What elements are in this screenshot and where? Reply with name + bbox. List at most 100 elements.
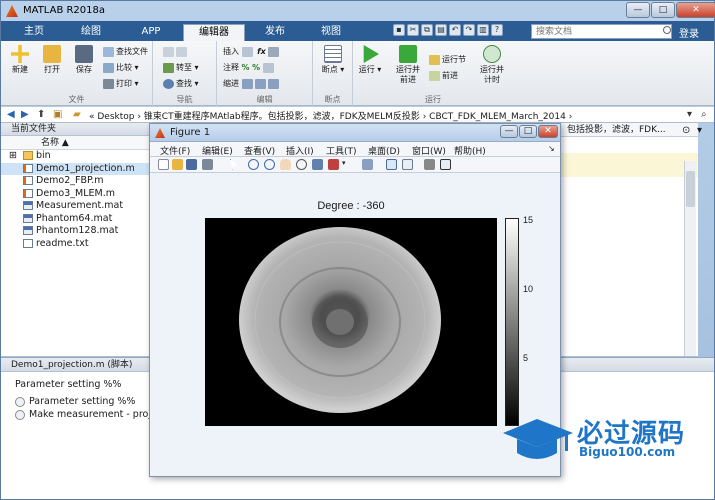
current-folder-title: 当前文件夹 <box>1 123 150 136</box>
menu-window[interactable]: 窗口(W) <box>412 144 446 157</box>
close-button[interactable]: ✕ <box>676 2 715 18</box>
open-folder-icon <box>43 45 61 63</box>
run-and-time-button[interactable]: 运行并 计时 <box>473 45 511 85</box>
colorbar[interactable] <box>505 218 519 426</box>
indent-button[interactable]: 缩进 <box>223 78 281 90</box>
file-row[interactable]: Measurement.mat <box>1 200 150 213</box>
breakpoints-group-label: 断点 <box>324 95 341 104</box>
tab-publish[interactable]: 发布 <box>249 24 301 41</box>
new-figure-icon[interactable] <box>158 159 169 170</box>
cut-icon[interactable]: ✂ <box>407 24 419 36</box>
switch-windows-icon[interactable]: ▥ <box>477 24 489 36</box>
fx-icon[interactable]: fx <box>257 47 266 56</box>
colorbar-toggle-icon[interactable] <box>386 159 397 170</box>
watermark-url: Biguo100.com <box>579 445 676 459</box>
dock-icon[interactable]: ↘ <box>548 144 555 153</box>
path-dropdown-icon[interactable]: ▾ <box>687 109 692 120</box>
maximize-button[interactable]: □ <box>651 2 675 18</box>
compare-button[interactable]: 比较 ▾ <box>103 62 139 74</box>
tab-editor[interactable]: 编辑器 <box>183 24 245 41</box>
panel-action-icon[interactable]: ⊙ <box>682 125 690 136</box>
scrollbar-thumb[interactable] <box>686 171 695 207</box>
figure-close-button[interactable]: ✕ <box>538 125 558 138</box>
vertical-scrollbar[interactable] <box>684 161 696 356</box>
breakpoints-button[interactable]: 断点 ▾ <box>316 45 350 75</box>
figure-minimize-button[interactable]: — <box>500 125 518 138</box>
search-folder-icon[interactable]: ⌕ <box>701 109 707 120</box>
pointer-icon[interactable] <box>230 159 238 170</box>
pan-icon[interactable] <box>280 159 291 170</box>
figure-maximize-button[interactable]: □ <box>519 125 537 138</box>
file-row[interactable]: Phantom128.mat <box>1 225 150 238</box>
menu-tools[interactable]: 工具(T) <box>326 144 357 157</box>
current-folder-path[interactable]: « Desktop › 锥束CT重建程序MAtlab程序。包括投影，滤波，FDK… <box>89 109 572 122</box>
file-row[interactable]: ⊞ bin <box>1 150 150 163</box>
file-row[interactable]: readme.txt <box>1 238 150 251</box>
save-figure-icon[interactable] <box>186 159 197 170</box>
file-row[interactable]: Demo3_MLEM.m <box>1 188 150 201</box>
print-button[interactable]: 打印 ▾ <box>103 78 139 90</box>
section-icon <box>15 396 25 407</box>
search-icon[interactable] <box>663 26 671 34</box>
open-file-icon[interactable] <box>172 159 183 170</box>
forward-arrow-icon[interactable]: ▶ <box>21 109 29 120</box>
search-input[interactable] <box>531 24 672 39</box>
file-row[interactable]: Phantom64.mat <box>1 213 150 226</box>
login-button[interactable]: 登录 <box>679 25 699 40</box>
minimize-button[interactable]: — <box>626 2 650 18</box>
run-section-button[interactable]: 运行节 <box>429 54 466 66</box>
tab-view[interactable]: 视图 <box>305 24 357 41</box>
find-button[interactable]: 查找 ▾ <box>163 78 199 90</box>
insert-button[interactable]: 插入 fx <box>223 46 281 58</box>
help-icon[interactable]: ? <box>491 24 503 36</box>
print-figure-icon[interactable] <box>202 159 213 170</box>
brush-icon[interactable] <box>328 159 339 170</box>
open-button[interactable]: 打开 <box>35 45 69 75</box>
undo-icon[interactable]: ↶ <box>449 24 461 36</box>
tab-plots[interactable]: 绘图 <box>63 24 119 41</box>
back-arrow-icon[interactable]: ◀ <box>7 109 15 120</box>
find-icon <box>163 78 174 89</box>
menu-help[interactable]: 帮助(H) <box>454 144 486 157</box>
legend-toggle-icon[interactable] <box>402 159 413 170</box>
copy-icon[interactable]: ⧉ <box>421 24 433 36</box>
image-axes[interactable] <box>205 218 497 426</box>
new-button[interactable]: 新建 <box>3 45 37 75</box>
tab-home[interactable]: 主页 <box>9 24 59 41</box>
paste-icon[interactable]: ▤ <box>435 24 447 36</box>
link-plot-icon[interactable] <box>362 159 373 170</box>
advance-button[interactable]: 前进 <box>429 70 458 82</box>
save-button[interactable]: 保存 <box>67 45 101 75</box>
tab-apps[interactable]: APP <box>123 24 179 41</box>
hide-plot-tools-icon[interactable] <box>424 159 435 170</box>
menu-insert[interactable]: 插入(I) <box>286 144 314 157</box>
show-plot-tools-icon[interactable] <box>440 159 451 170</box>
goto-button[interactable]: 转至 ▾ <box>163 62 199 74</box>
name-column-header[interactable]: 名称 ▲ <box>1 136 150 150</box>
menu-edit[interactable]: 编辑(E) <box>202 144 233 157</box>
indent-icon <box>241 78 253 89</box>
file-row[interactable]: Demo2_FBP.m <box>1 175 150 188</box>
menu-desktop[interactable]: 桌面(D) <box>368 144 400 157</box>
zoom-out-icon[interactable] <box>264 159 275 170</box>
panel-collapse-icon[interactable]: ▾ <box>697 125 702 136</box>
comment-button[interactable]: 注释 % % <box>223 62 276 74</box>
data-cursor-icon[interactable] <box>312 159 323 170</box>
run-advance-button[interactable]: 运行并 前进 <box>389 45 427 85</box>
menu-file[interactable]: 文件(F) <box>160 144 190 157</box>
brush-dropdown-icon[interactable]: ▾ <box>342 159 348 170</box>
zoom-in-icon[interactable] <box>248 159 259 170</box>
save-quick-icon[interactable]: ▪ <box>393 24 405 36</box>
redo-icon[interactable]: ↷ <box>463 24 475 36</box>
rotate-icon[interactable] <box>296 159 307 170</box>
file-row[interactable]: Demo1_projection.m <box>1 162 150 175</box>
menu-view[interactable]: 查看(V) <box>244 144 275 157</box>
browse-folder-icon[interactable]: ▣ <box>53 109 62 120</box>
insert-icon <box>241 46 253 57</box>
up-folder-icon[interactable]: ⬆ <box>37 109 45 120</box>
run-icon <box>363 45 379 63</box>
find-files-button[interactable]: 查找文件 <box>103 46 148 58</box>
nav-back-icon[interactable] <box>163 46 189 58</box>
expand-icon[interactable]: ⊞ <box>9 150 17 163</box>
run-button[interactable]: 运行 ▾ <box>353 45 387 75</box>
